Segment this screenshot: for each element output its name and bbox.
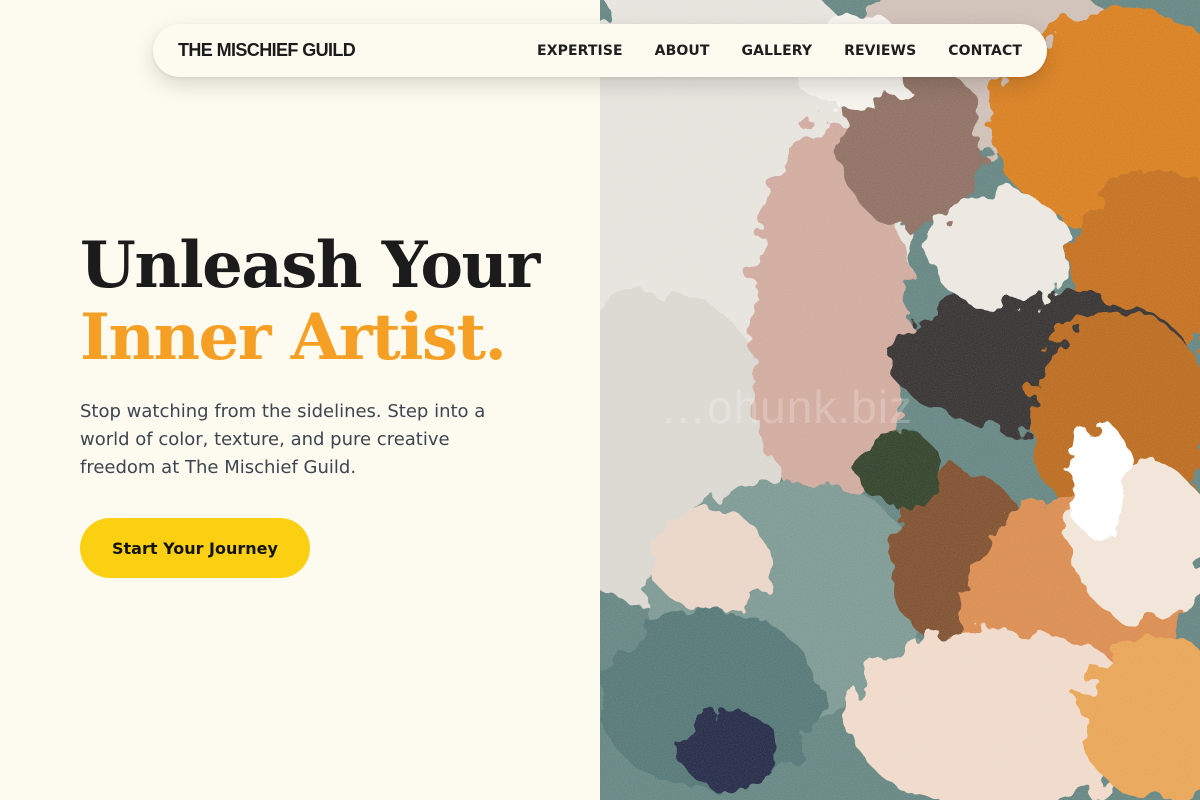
nav-links: EXPERTISE ABOUT GALLERY REVIEWS CONTACT bbox=[537, 43, 1022, 59]
navbar: THE MISCHIEF GUILD EXPERTISE ABOUT GALLE… bbox=[153, 24, 1047, 77]
headline-line-2-accent: Inner Artist. bbox=[80, 300, 507, 375]
hero-subtext: Stop watching from the sidelines. Step i… bbox=[80, 401, 486, 478]
hero-section: Unleash Your Inner Artist. Stop watching… bbox=[80, 230, 580, 578]
hero-headline: Unleash Your Inner Artist. bbox=[80, 230, 580, 374]
nav-link-reviews[interactable]: REVIEWS bbox=[844, 43, 916, 59]
nav-link-gallery[interactable]: GALLERY bbox=[742, 43, 813, 59]
headline-line-1: Unleash Your bbox=[80, 228, 540, 303]
hero-painting-image bbox=[600, 0, 1200, 800]
brand-logo[interactable]: THE MISCHIEF GUILD bbox=[178, 40, 356, 61]
page: THE MISCHIEF GUILD EXPERTISE ABOUT GALLE… bbox=[0, 0, 1200, 800]
paint-texture-illustration bbox=[600, 0, 1200, 800]
start-journey-button[interactable]: Start Your Journey bbox=[80, 518, 310, 578]
nav-link-expertise[interactable]: EXPERTISE bbox=[537, 43, 623, 59]
nav-link-about[interactable]: ABOUT bbox=[655, 43, 710, 59]
nav-link-contact[interactable]: CONTACT bbox=[948, 43, 1022, 59]
